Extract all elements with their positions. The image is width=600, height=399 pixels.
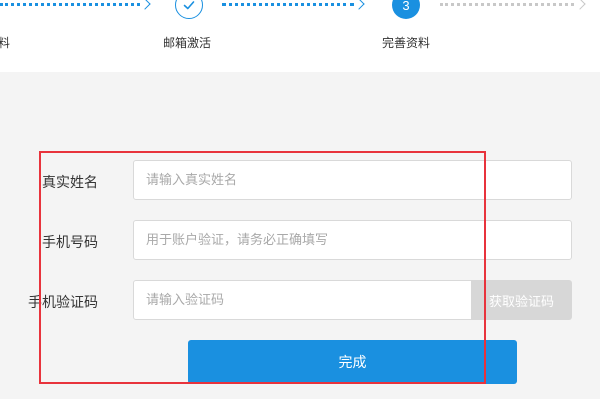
progress-stepper: 3 资料 邮箱激活 完善资料 [0,0,600,70]
step-connector-2 [222,3,354,6]
get-code-button[interactable]: 获取验证码 [471,280,572,320]
real-name-label: 真实姓名 [42,175,98,191]
check-icon [183,1,195,10]
step-connector-1 [0,3,140,6]
real-name-input[interactable] [133,160,572,200]
step-1-label: 资料 [0,36,11,50]
chevron-right-icon [353,0,365,10]
phone-number-label: 手机号码 [42,235,98,251]
chevron-right-icon [574,0,586,10]
verification-code-input[interactable] [133,280,473,320]
finish-button[interactable]: 完成 [188,340,517,384]
step-2-label: 邮箱激活 [163,36,212,50]
phone-number-input[interactable] [133,220,572,260]
step-connector-3 [440,3,574,6]
step-3-circle: 3 [392,0,420,19]
step-2-circle [175,0,203,19]
verification-code-label: 手机验证码 [28,295,98,311]
step-3-number: 3 [402,0,410,13]
chevron-right-icon [139,0,151,10]
step-3-label: 完善资料 [382,36,431,50]
